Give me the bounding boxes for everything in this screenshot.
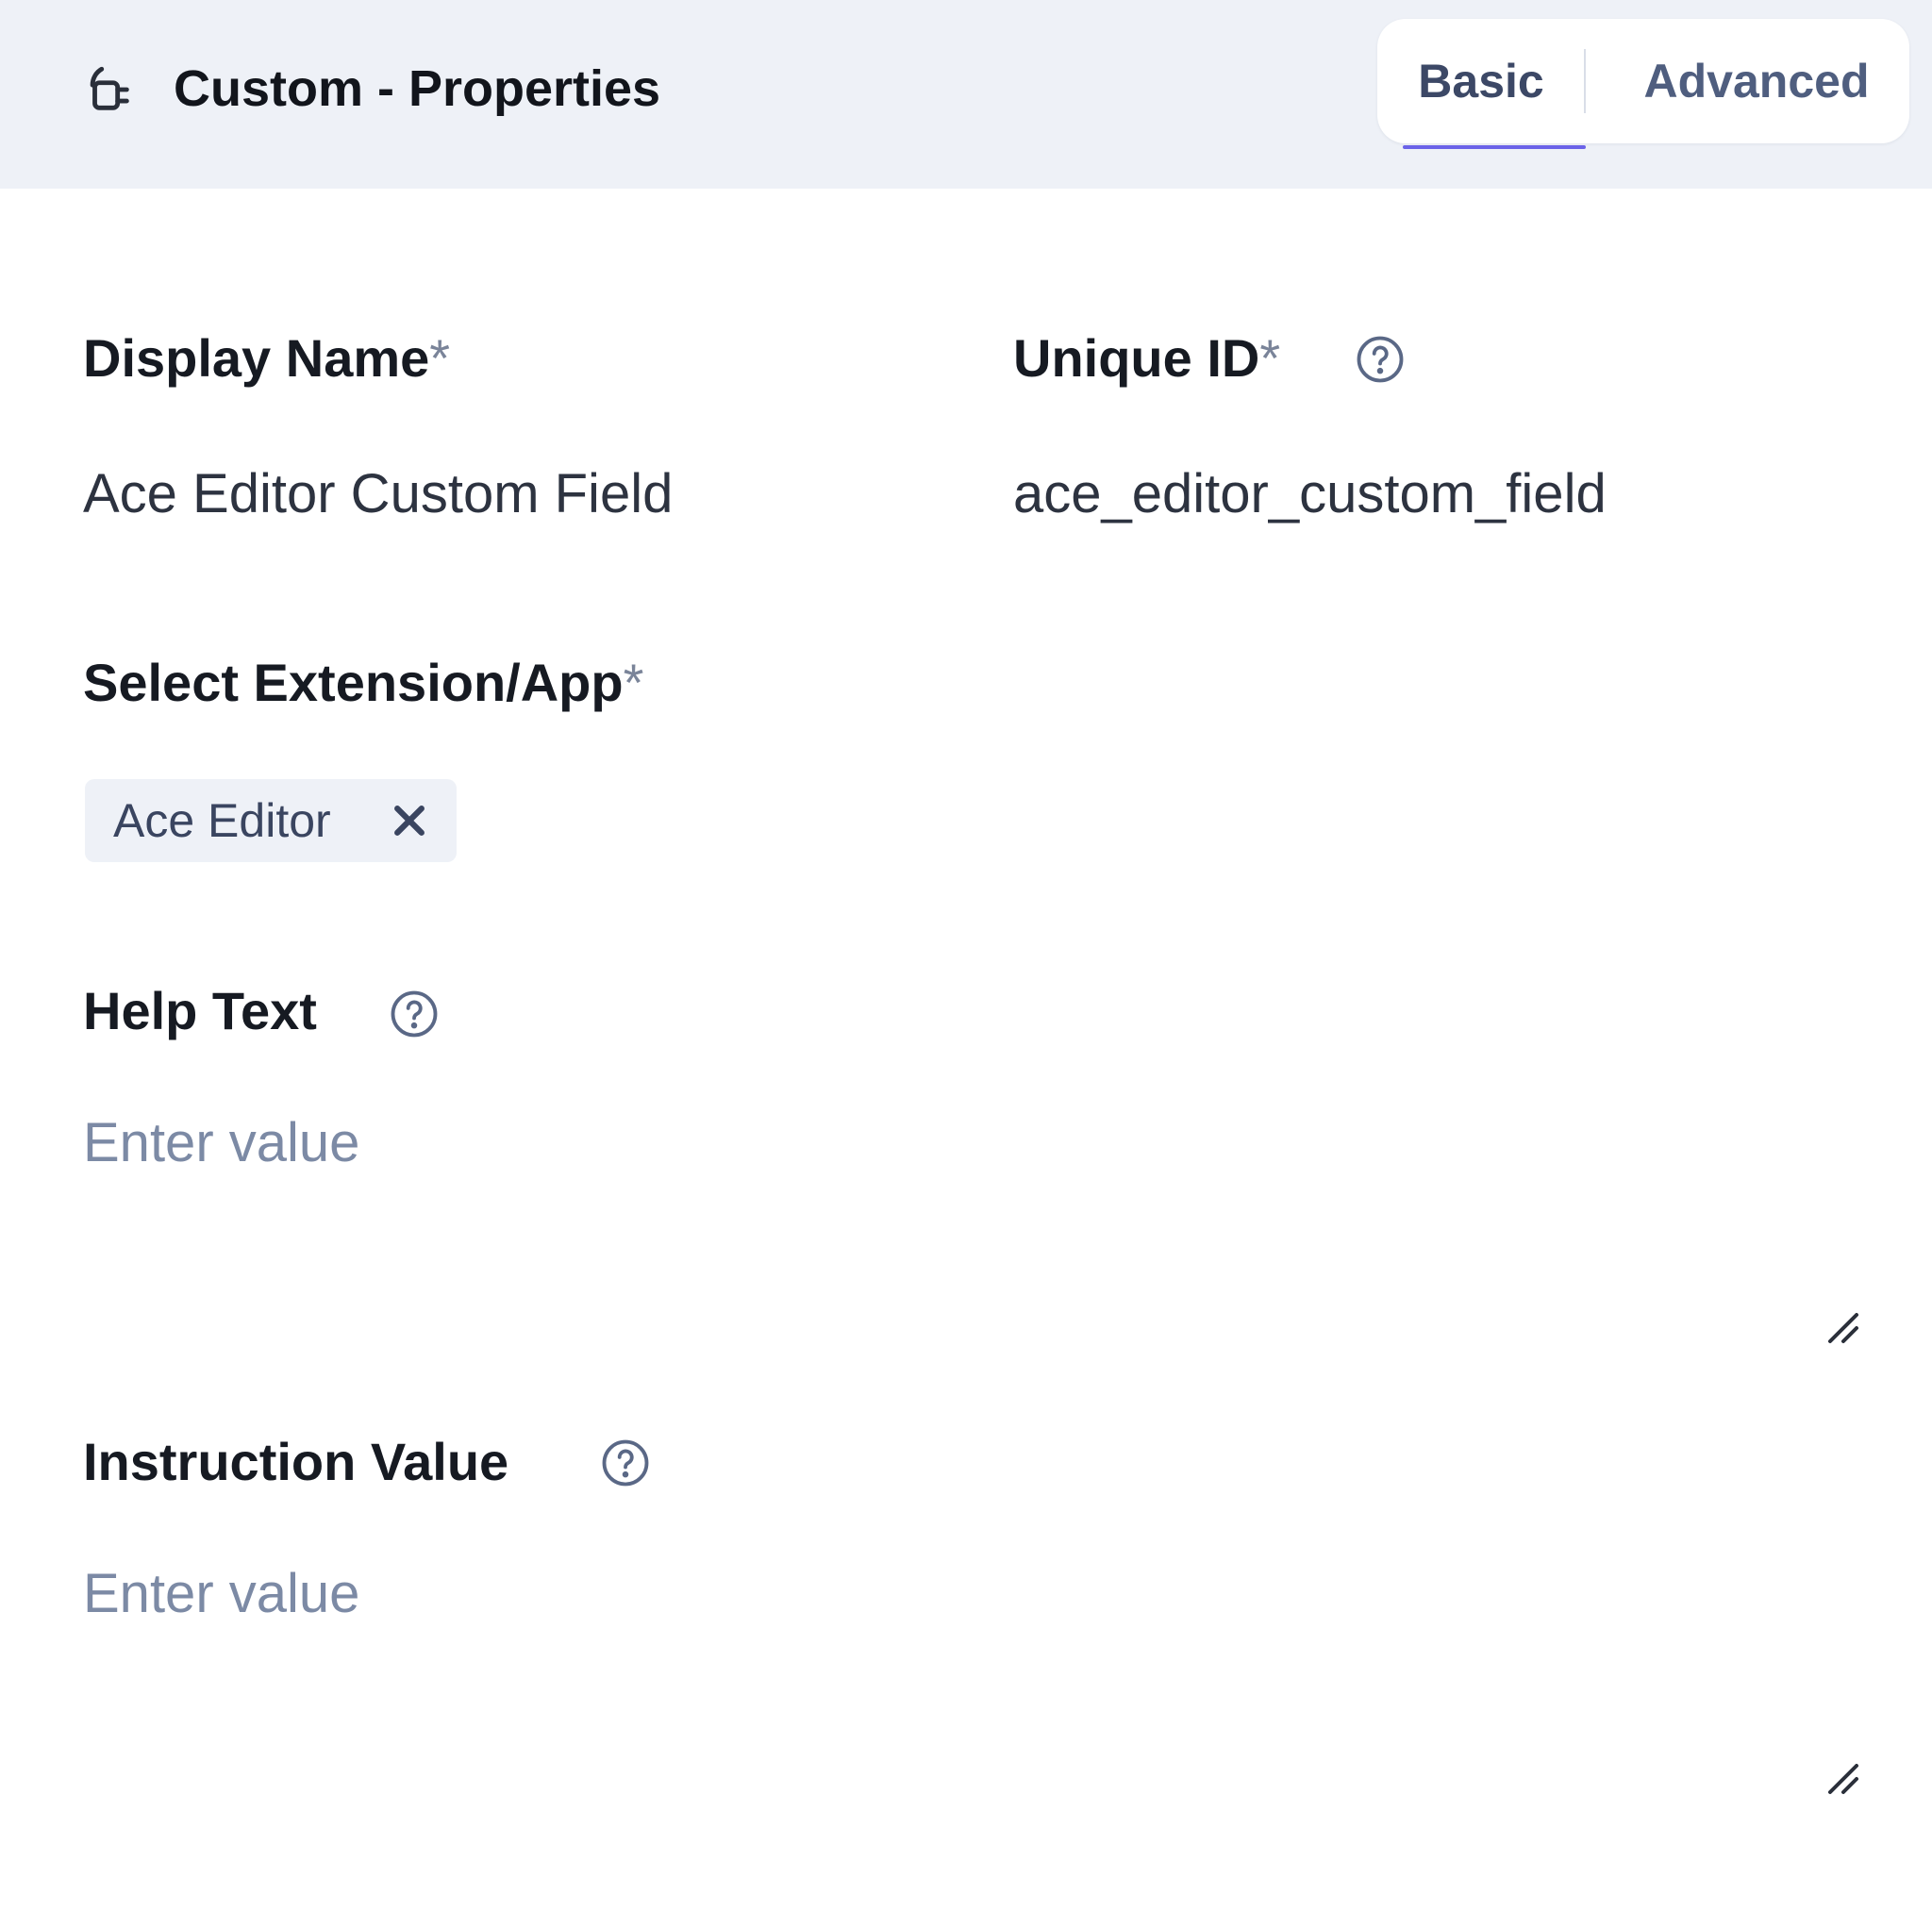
page-title: Custom - Properties — [174, 60, 661, 117]
help-text-help-icon[interactable] — [389, 989, 440, 1039]
help-text-label: Help Text — [83, 981, 317, 1040]
tab-group: Basic Advanced — [1377, 19, 1909, 143]
select-extension-label: Select Extension/App* — [83, 645, 643, 721]
required-mark: * — [623, 653, 644, 712]
unique-id-label: Unique ID* — [1013, 321, 1280, 396]
required-mark: * — [429, 328, 451, 388]
select-extension-label-text: Select Extension/App — [83, 653, 624, 712]
instruction-value-help-icon[interactable] — [600, 1437, 651, 1488]
instruction-value-textarea[interactable]: Enter value — [83, 1556, 359, 1632]
unique-id-help-icon[interactable] — [1355, 334, 1406, 385]
help-text-textarea[interactable]: Enter value — [83, 1105, 359, 1181]
tab-advanced[interactable]: Advanced — [1624, 19, 1889, 143]
plug-icon — [90, 66, 129, 110]
selected-extension-chip: Ace Editor — [85, 779, 457, 862]
tab-divider — [1584, 49, 1586, 113]
required-mark: * — [1259, 328, 1281, 388]
resize-handle-icon[interactable] — [1824, 1309, 1862, 1347]
display-name-label-text: Display Name — [83, 328, 430, 388]
chip-label: Ace Editor — [113, 794, 331, 847]
tab-basic[interactable]: Basic — [1402, 19, 1560, 143]
unique-id-label-text: Unique ID — [1013, 328, 1260, 388]
active-tab-indicator — [1403, 145, 1586, 149]
resize-handle-icon[interactable] — [1824, 1760, 1862, 1798]
unique-id-input[interactable]: ace_editor_custom_field — [1013, 457, 1607, 532]
instruction-value-label: Instruction Value — [83, 1432, 509, 1491]
properties-header: Custom - Properties Basic Advanced — [0, 0, 1932, 189]
display-name-label: Display Name* — [83, 321, 450, 396]
display-name-input[interactable]: Ace Editor Custom Field — [83, 457, 673, 532]
close-icon[interactable] — [389, 800, 430, 841]
